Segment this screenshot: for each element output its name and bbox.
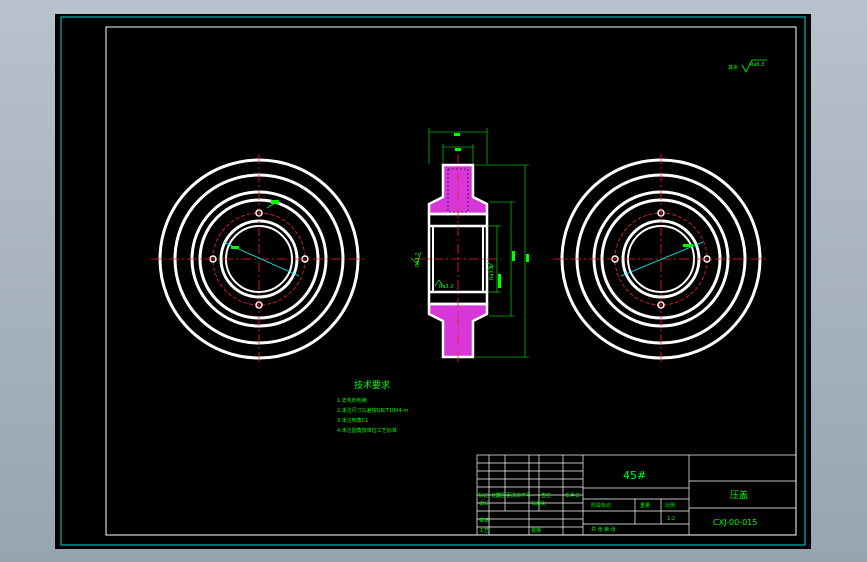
right-circular-view [553, 154, 769, 364]
svg-text:重量: 重量 [640, 502, 650, 509]
svg-text:标准化: 标准化 [531, 500, 546, 507]
tech-req-item-3: 3.未注倒角C1 [337, 417, 368, 424]
svg-text:审核: 审核 [479, 517, 489, 524]
left-circular-view [151, 154, 367, 364]
corner-roughness-symbol: 其余 Ra6.3 [728, 59, 767, 73]
svg-text:批准: 批准 [531, 527, 541, 534]
drawing-svg: 其余 Ra6.3 Ra3.2 Ra3.2 Ra3.2 技术要求 1.去毛刺毛棱 … [60, 16, 806, 546]
svg-text:阶段标记: 阶段标记 [591, 502, 611, 509]
svg-text:设计: 设计 [479, 500, 489, 507]
roughness-left: Ra3.2 [410, 251, 422, 267]
svg-text:其余: 其余 [728, 64, 738, 71]
cad-viewport: 其余 Ra6.3 Ra3.2 Ra3.2 Ra3.2 技术要求 1.去毛刺毛棱 … [0, 0, 867, 562]
tech-req-item-2: 2.未注尺寸公差按GB/T1804-m [337, 407, 408, 414]
section-view: Ra3.2 Ra3.2 Ra3.2 [410, 128, 529, 364]
tech-req-item-1: 1.去毛刺毛棱 [337, 397, 367, 404]
svg-text:更改文件号: 更改文件号 [506, 492, 531, 499]
svg-text:工艺: 工艺 [479, 528, 489, 534]
svg-text:签名: 签名 [541, 492, 551, 499]
svg-text:Ra3.2: Ra3.2 [415, 253, 421, 267]
tech-requirements-title: 技术要求 [354, 379, 390, 391]
svg-text:Ra3.2: Ra3.2 [439, 284, 453, 290]
svg-text:Ra6.3: Ra6.3 [750, 62, 764, 68]
svg-text:标记: 标记 [478, 492, 488, 499]
svg-text:Ra3.2: Ra3.2 [489, 266, 495, 280]
svg-text:比例: 比例 [665, 502, 675, 509]
drawing-canvas[interactable]: 其余 Ra6.3 Ra3.2 Ra3.2 Ra3.2 技术要求 1.去毛刺毛棱 … [55, 14, 811, 549]
roughness-face: Ra3.2 [434, 279, 453, 290]
tech-req-item-4: 4.未注圆角按单位工艺标准 [337, 427, 397, 434]
material: 45# [623, 469, 646, 482]
svg-text:1:2: 1:2 [667, 516, 675, 522]
svg-text:年月日: 年月日 [565, 492, 580, 499]
svg-text:共 张 第 张: 共 张 第 张 [591, 526, 616, 533]
drawing-number: CXJ-00-015 [713, 518, 757, 527]
part-name: 压盖 [730, 489, 748, 501]
tech-requirements: 技术要求 1.去毛刺毛棱 2.未注尺寸公差按GB/T1804-m 3.未注倒角C… [337, 379, 408, 434]
svg-text:分区: 分区 [495, 492, 505, 499]
